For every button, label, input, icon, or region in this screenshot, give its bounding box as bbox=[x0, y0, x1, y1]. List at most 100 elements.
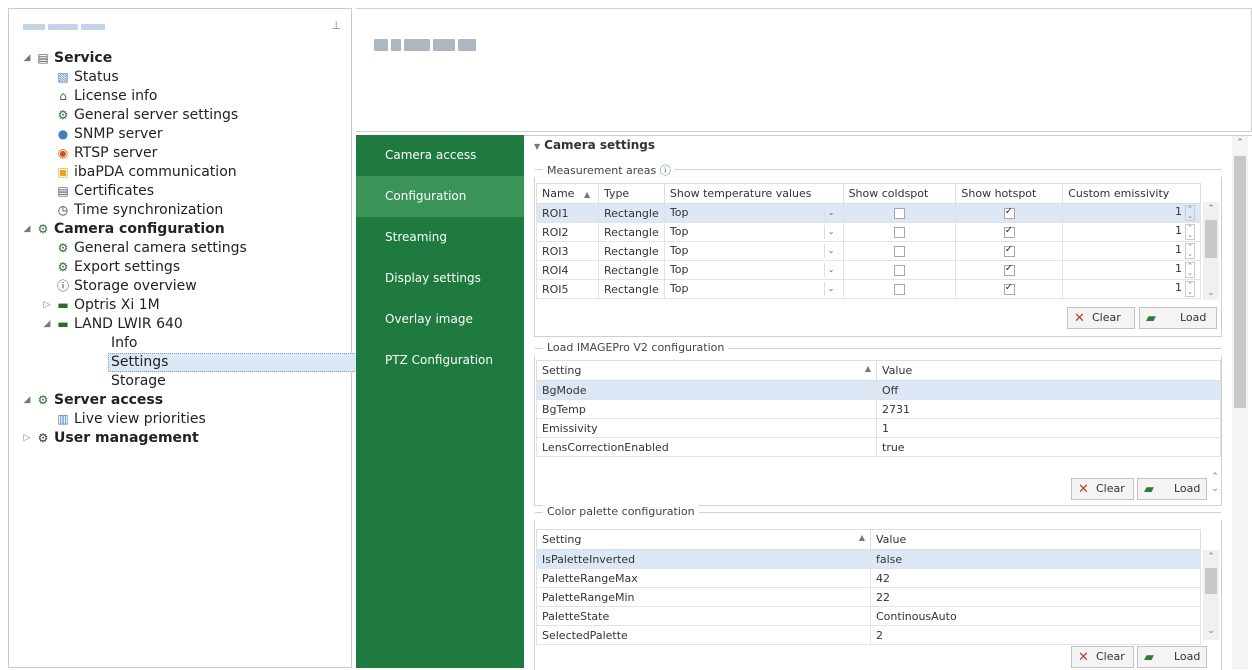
tree-item-storage-overview[interactable]: ⓘ Storage overview bbox=[9, 277, 351, 296]
cell-type[interactable]: Rectangle bbox=[597, 203, 665, 223]
cell-name[interactable]: ROI1 bbox=[536, 203, 599, 223]
imagepro-clear-button[interactable]: ✕ Clear bbox=[1071, 478, 1134, 500]
col-name[interactable]: Name ▲ bbox=[536, 183, 599, 204]
cell-emissivity[interactable]: ⌃ ⌄ 1 bbox=[1062, 203, 1201, 223]
cell-setting[interactable]: IsPaletteInverted bbox=[536, 549, 871, 569]
expand-icon[interactable]: ▷ bbox=[21, 429, 33, 448]
scroll-up-icon[interactable]: ⌃ bbox=[1203, 552, 1219, 562]
cell-setting[interactable]: PaletteRangeMax bbox=[536, 568, 871, 588]
col-type[interactable]: Type bbox=[597, 183, 665, 204]
tree-item-general-server-settings[interactable]: ⚙ General server settings bbox=[9, 106, 351, 125]
cell-type[interactable]: Rectangle bbox=[597, 260, 665, 280]
cell-temp[interactable]: Top ⌄ bbox=[663, 260, 844, 280]
camera-settings-header[interactable]: ▼ Camera settings bbox=[534, 138, 655, 152]
cell-value[interactable]: 2 bbox=[870, 625, 1201, 645]
cell-name[interactable]: ROI2 bbox=[536, 222, 599, 242]
cell-type[interactable]: Rectangle bbox=[597, 279, 665, 299]
measurement-clear-button[interactable]: ✕ Clear bbox=[1067, 307, 1135, 329]
table-row[interactable]: PaletteRangeMax 42 bbox=[536, 568, 1201, 588]
cell-setting[interactable]: LensCorrectionEnabled bbox=[536, 437, 877, 457]
collapse-icon[interactable]: ◢ bbox=[41, 315, 53, 334]
cell-value[interactable]: 1 bbox=[876, 418, 1221, 438]
hotspot-checkbox[interactable] bbox=[1003, 282, 1015, 295]
table-row[interactable]: IsPaletteInverted false bbox=[536, 549, 1201, 569]
hotspot-checkbox[interactable] bbox=[1003, 225, 1015, 238]
tree-item-certificates[interactable]: ▤ Certificates bbox=[9, 182, 351, 201]
tree-item-status[interactable]: ▧ Status bbox=[9, 68, 351, 87]
table-row[interactable]: Emissivity 1 bbox=[536, 418, 1221, 438]
cell-temp[interactable]: Top ⌄ bbox=[663, 203, 844, 223]
cell-name[interactable]: ROI4 bbox=[536, 260, 599, 280]
spinner-icon[interactable]: ⌃ ⌄ bbox=[1185, 224, 1195, 240]
cell-value[interactable]: Off bbox=[876, 380, 1221, 400]
coldspot-checkbox[interactable] bbox=[893, 227, 905, 238]
collapse-icon[interactable]: ◢ bbox=[21, 49, 33, 68]
cell-value[interactable]: 2731 bbox=[876, 399, 1221, 419]
coldspot-checkbox[interactable] bbox=[893, 265, 905, 276]
col-setting[interactable]: Setting ▲ bbox=[536, 360, 877, 381]
collapse-icon[interactable]: ◢ bbox=[21, 391, 33, 410]
cell-type[interactable]: Rectangle bbox=[597, 222, 665, 242]
cell-setting[interactable]: Emissivity bbox=[536, 418, 877, 438]
cell-emissivity[interactable]: ⌃ ⌄ 1 bbox=[1062, 279, 1201, 299]
tree-item-camera-configuration[interactable]: ◢ ⚙ Camera configuration bbox=[9, 220, 351, 239]
nav-ptz-configuration[interactable]: PTZ Configuration bbox=[356, 340, 524, 381]
table-row[interactable]: BgTemp 2731 bbox=[536, 399, 1221, 419]
table-row[interactable]: ROI2RectangleTop⌄ ⌃⌄1 bbox=[536, 222, 1201, 242]
palette-scrollbar[interactable]: ⌃ ⌄ bbox=[1203, 550, 1219, 640]
tree-item-land-lwir-640[interactable]: ◢ ▬ LAND LWIR 640 bbox=[9, 315, 351, 334]
table-row[interactable]: ROI4RectangleTop⌄ ⌃⌄1 bbox=[536, 260, 1201, 280]
cell-setting[interactable]: PaletteState bbox=[536, 606, 871, 626]
hotspot-checkbox[interactable] bbox=[1003, 206, 1015, 219]
tree-item-rtsp-server[interactable]: ◉ RTSP server bbox=[9, 144, 351, 163]
tree-item-live-view-priorities[interactable]: ▥ Live view priorities bbox=[9, 410, 351, 429]
scroll-down-icon[interactable]: ⌄ bbox=[1207, 484, 1223, 494]
cell-emissivity[interactable]: ⌃ ⌄ 1 bbox=[1062, 222, 1201, 242]
hotspot-checkbox[interactable] bbox=[1003, 263, 1015, 276]
cell-emissivity[interactable]: ⌃ ⌄ 1 bbox=[1062, 260, 1201, 280]
nav-display-settings[interactable]: Display settings bbox=[356, 258, 524, 299]
cell-setting[interactable]: BgTemp bbox=[536, 399, 877, 419]
scroll-down-icon[interactable]: ⌄ bbox=[1203, 288, 1219, 298]
pin-icon[interactable]: ⊥ bbox=[331, 19, 341, 32]
table-row[interactable]: LensCorrectionEnabled true bbox=[536, 437, 1221, 457]
col-value[interactable]: Value bbox=[876, 360, 1221, 381]
tree-item-ibapda-communication[interactable]: ▣ ibaPDA communication bbox=[9, 163, 351, 182]
imagepro-load-button[interactable]: ▰ Load bbox=[1137, 478, 1207, 500]
tree-item-license-info[interactable]: ⌂ License info bbox=[9, 87, 351, 106]
collapse-icon[interactable]: ◢ bbox=[21, 220, 33, 239]
cell-value[interactable]: false bbox=[870, 549, 1201, 569]
col-emissivity[interactable]: Custom emissivity bbox=[1062, 183, 1201, 204]
expand-icon[interactable]: ▷ bbox=[41, 296, 53, 315]
tree-item-snmp-server[interactable]: ● SNMP server bbox=[9, 125, 351, 144]
table-row[interactable]: PaletteState ContinousAuto bbox=[536, 606, 1201, 626]
tree-item-optris-xi-1m[interactable]: ▷ ▬ Optris Xi 1M bbox=[9, 296, 351, 315]
table-row[interactable]: BgMode Off bbox=[536, 380, 1221, 400]
tree-item-server-access[interactable]: ◢ ⚙ Server access bbox=[9, 391, 351, 410]
nav-configuration[interactable]: Configuration bbox=[356, 176, 524, 217]
scroll-thumb[interactable] bbox=[1205, 568, 1217, 594]
palette-load-button[interactable]: ▰ Load bbox=[1137, 646, 1207, 668]
coldspot-checkbox[interactable] bbox=[893, 246, 905, 257]
tree-item-service[interactable]: ◢ ▤ Service bbox=[9, 49, 351, 68]
col-coldspot[interactable]: Show coldspot bbox=[842, 183, 957, 204]
scroll-thumb[interactable] bbox=[1234, 156, 1246, 408]
palette-clear-button[interactable]: ✕ Clear bbox=[1071, 646, 1134, 668]
tree-item-settings[interactable]: Settings bbox=[9, 353, 361, 372]
coldspot-checkbox[interactable] bbox=[893, 208, 905, 219]
cell-name[interactable]: ROI5 bbox=[536, 279, 599, 299]
nav-overlay-image[interactable]: Overlay image bbox=[356, 299, 524, 340]
cell-value[interactable]: 22 bbox=[870, 587, 1201, 607]
table-row[interactable]: SelectedPalette 2 bbox=[536, 625, 1201, 645]
tree-item-info[interactable]: Info bbox=[9, 334, 351, 353]
scroll-down-icon[interactable]: ⌄ bbox=[1203, 626, 1219, 636]
scroll-up-icon[interactable]: ⌃ bbox=[1232, 138, 1248, 148]
cell-temp[interactable]: Top ⌄ bbox=[663, 241, 844, 261]
col-value[interactable]: Value bbox=[870, 529, 1201, 550]
chevron-down-icon[interactable]: ⌄ bbox=[823, 263, 838, 277]
spinner-icon[interactable]: ⌃ ⌄ bbox=[1185, 243, 1195, 259]
chevron-down-icon[interactable]: ⌄ bbox=[823, 244, 838, 258]
chevron-down-icon[interactable]: ⌄ bbox=[823, 282, 838, 296]
hotspot-checkbox[interactable] bbox=[1003, 244, 1015, 257]
cell-emissivity[interactable]: ⌃ ⌄ 1 bbox=[1062, 241, 1201, 261]
